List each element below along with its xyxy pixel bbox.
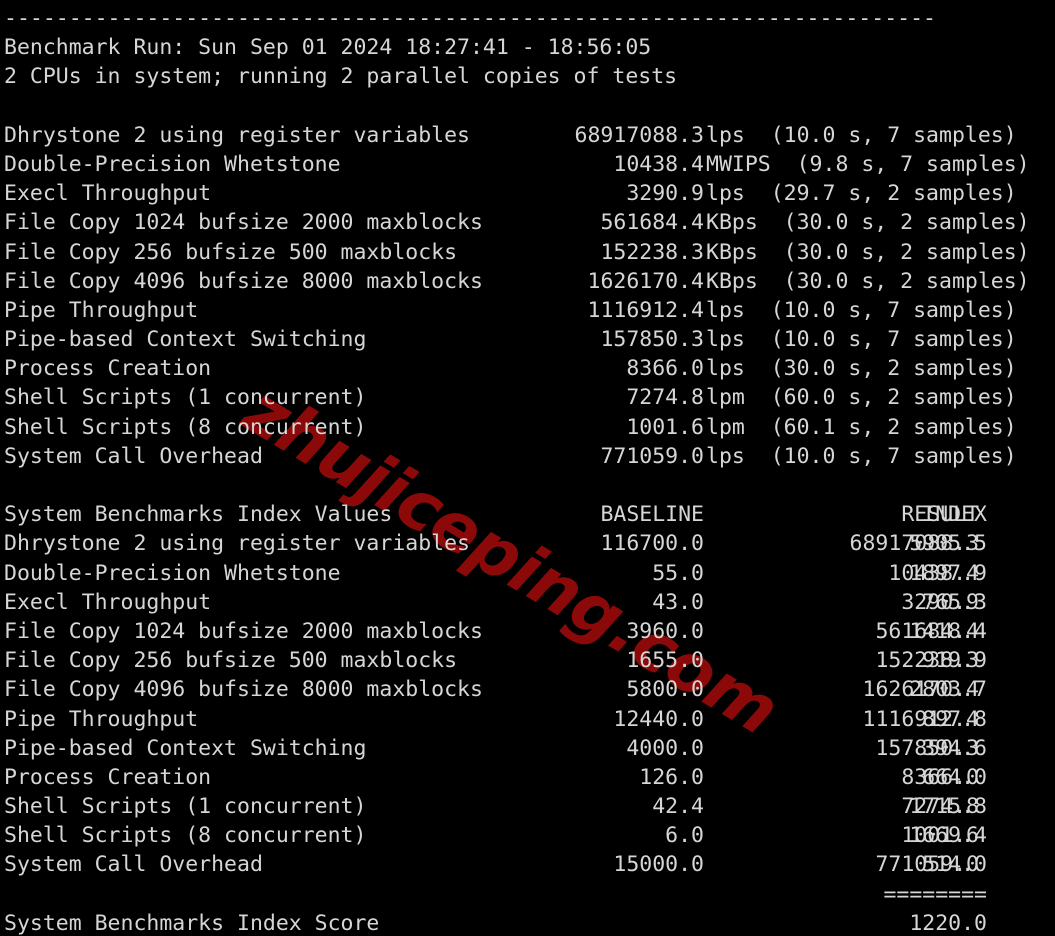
benchmark-value: 10438.4 [613, 151, 704, 177]
benchmark-result-row: Double-Precision Whetstone 10438.4 MWIPS (… [4, 150, 1055, 179]
index-value-row: Pipe-based Context Switching 4000.0 157850… [4, 734, 1055, 763]
benchmark-result-row: File Copy 256 bufsize 500 maxblocks 15223… [4, 238, 1055, 267]
benchmark-unit-detail: KBps (30.0 s, 2 samples) [706, 210, 1030, 236]
index-index-value: 1715.8 [909, 794, 987, 820]
benchmark-unit-detail: lps (30.0 s, 2 samples) [706, 356, 1017, 382]
index-value-row: File Copy 256 bufsize 500 maxblocks 1655.… [4, 646, 1055, 675]
benchmark-value: 3290.9 [626, 181, 704, 207]
index-baseline-value: 1655.0 [626, 648, 704, 674]
index-baseline-value: 5800.0 [626, 677, 704, 703]
benchmark-unit-detail: lps (10.0 s, 7 samples) [706, 327, 1017, 353]
benchmark-value: 561684.4 [600, 210, 704, 236]
index-value-row: File Copy 1024 bufsize 2000 maxblocks 396… [4, 617, 1055, 646]
benchmark-value: 8366.0 [626, 356, 704, 382]
index-baseline-value: 12440.0 [613, 706, 704, 732]
index-index-value: 765.3 [922, 589, 987, 615]
index-baseline-value: 116700.0 [600, 531, 704, 557]
benchmark-result-row: Dhrystone 2 using register variables 6891… [4, 121, 1055, 150]
benchmark-value: 7274.8 [626, 385, 704, 411]
benchmark-unit-detail: lpm (60.1 s, 2 samples) [706, 414, 1017, 440]
benchmark-unit-detail: lps (10.0 s, 7 samples) [706, 122, 1017, 148]
column-header-index: INDEX [922, 502, 987, 528]
column-header-baseline: BASELINE [600, 502, 704, 528]
index-index-value: 1418.4 [909, 618, 987, 644]
benchmark-value: 157850.3 [600, 327, 704, 353]
benchmark-value: 1001.6 [626, 414, 704, 440]
terminal-window: zhujiceping.com ------------------------… [0, 0, 1055, 936]
benchmark-result-row: Shell Scripts (1 concurrent) 7274.8 lpm (6… [4, 383, 1055, 412]
index-baseline-value: 43.0 [652, 589, 704, 615]
benchmark-results-block: Dhrystone 2 using register variables 6891… [4, 121, 1055, 471]
benchmark-value: 771059.0 [600, 443, 704, 469]
index-index-value: 897.8 [922, 706, 987, 732]
index-score-row: System Benchmarks Index Score 1220.0 [4, 909, 1055, 936]
index-value-row: Double-Precision Whetstone 55.0 10438.4 189… [4, 559, 1055, 588]
index-value-row: File Copy 4096 bufsize 8000 maxblocks 580… [4, 675, 1055, 704]
benchmark-result-row: Pipe-based Context Switching 157850.3 lps … [4, 325, 1055, 354]
index-value-row: Execl Throughput 43.0 3290.9 765.3 [4, 588, 1055, 617]
index-index-value: 514.0 [922, 852, 987, 878]
index-index-value: 919.9 [922, 648, 987, 674]
index-index-value: 2803.7 [909, 677, 987, 703]
index-index-value: 1897.9 [909, 560, 987, 586]
benchmark-unit-detail: KBps (30.0 s, 2 samples) [706, 268, 1030, 294]
score-rule-row: ======== [4, 880, 1055, 909]
benchmark-value: 1116912.4 [587, 297, 705, 323]
cpu-info-line: 2 CPUs in system; running 2 parallel cop… [4, 64, 678, 90]
index-value-row: Pipe Throughput 12440.0 1116912.4 897.8 [4, 705, 1055, 734]
index-index-value: 5905.5 [909, 531, 987, 557]
benchmark-result-row: Process Creation 8366.0 lps (30.0 s, 2 sam… [4, 354, 1055, 383]
index-index-value: 664.0 [922, 764, 987, 790]
index-table-header-row: System Benchmarks Index Values BASELINE … [4, 500, 1055, 529]
index-baseline-value: 3960.0 [626, 618, 704, 644]
benchmark-result-row: System Call Overhead 771059.0 lps (10.0 s,… [4, 442, 1055, 471]
benchmark-value: 68917088.3 [574, 122, 704, 148]
benchmark-result-row: File Copy 1024 bufsize 2000 maxblocks 561… [4, 208, 1055, 237]
index-value-row: Shell Scripts (1 concurrent) 42.4 7274.8 17… [4, 792, 1055, 821]
index-value-row: System Call Overhead 15000.0 771059.0 514.0 [4, 850, 1055, 879]
index-value-row: Shell Scripts (8 concurrent) 6.0 1001.6 166… [4, 821, 1055, 850]
score-separator: ======== [883, 881, 987, 907]
benchmark-unit-detail: KBps (30.0 s, 2 samples) [706, 239, 1030, 265]
index-index-value: 394.6 [922, 735, 987, 761]
benchmark-value: 1626170.4 [587, 268, 705, 294]
index-baseline-value: 126.0 [639, 764, 704, 790]
benchmark-unit-detail: MWIPS (9.8 s, 7 samples) [706, 151, 1030, 177]
index-baseline-value: 55.0 [652, 560, 704, 586]
index-index-value: 1669.4 [909, 823, 987, 849]
index-baseline-value: 42.4 [652, 794, 704, 820]
benchmark-value: 152238.3 [600, 239, 704, 265]
index-value-row: Dhrystone 2 using register variables 1167… [4, 529, 1055, 558]
benchmark-unit-detail: lps (29.7 s, 2 samples) [706, 181, 1017, 207]
index-baseline-value: 15000.0 [613, 852, 704, 878]
index-values-block: Dhrystone 2 using register variables 1167… [4, 529, 1055, 879]
benchmark-unit-detail: lpm (60.0 s, 2 samples) [706, 385, 1017, 411]
benchmark-result-row: File Copy 4096 bufsize 8000 maxblocks 162… [4, 267, 1055, 296]
benchmark-run-line: Benchmark Run: Sun Sep 01 2024 18:27:41 … [4, 35, 652, 61]
benchmark-result-row: Pipe Throughput 1116912.4 lps (10.0 s, 7 s… [4, 296, 1055, 325]
index-score-value: 1220.0 [909, 910, 987, 936]
index-baseline-value: 6.0 [665, 823, 704, 849]
divider-top: ----------------------------------------… [4, 6, 936, 31]
benchmark-unit-detail: lps (10.0 s, 7 samples) [706, 443, 1017, 469]
terminal-text-output: ----------------------------------------… [0, 0, 1055, 936]
benchmark-result-row: Execl Throughput 3290.9 lps (29.7 s, 2 sam… [4, 179, 1055, 208]
benchmark-unit-detail: lps (10.0 s, 7 samples) [706, 297, 1017, 323]
benchmark-result-row: Shell Scripts (8 concurrent) 1001.6 lpm (6… [4, 413, 1055, 442]
index-value-row: Process Creation 126.0 8366.0 664.0 [4, 763, 1055, 792]
index-baseline-value: 4000.0 [626, 735, 704, 761]
